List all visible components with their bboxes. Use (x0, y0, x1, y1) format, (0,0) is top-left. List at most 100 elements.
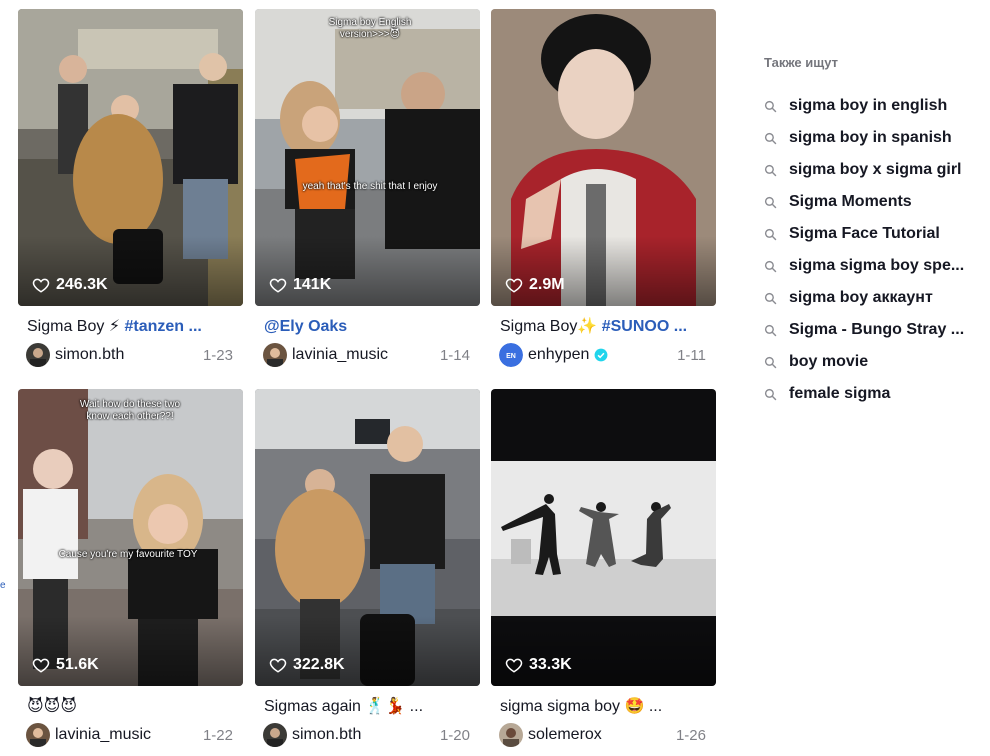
related-search-item[interactable]: sigma boy in english (764, 90, 984, 122)
heart-icon (269, 658, 287, 673)
desc-text: Sigma Boy✨ (500, 318, 602, 335)
post-date: 1-22 (202, 726, 233, 744)
like-count: 246.3K (32, 276, 108, 294)
thumbnail-gradient (18, 616, 243, 686)
like-count-value: 246.3K (56, 276, 108, 293)
desc-text: Sigma Boy ⚡ (27, 318, 125, 335)
username[interactable]: simon.bth (55, 346, 124, 364)
search-icon (764, 196, 777, 208)
post-date: 1-11 (677, 346, 706, 364)
video-card[interactable]: 2.9M Sigma Boy✨ #SUNOO ... EN enhypen 1-… (491, 9, 716, 367)
verified-badge-icon (594, 348, 608, 362)
related-search-label: Sigma - Bungo Stray ... (789, 321, 965, 338)
post-date: 1-23 (202, 346, 233, 364)
like-count-value: 51.6K (56, 656, 99, 673)
avatar[interactable]: EN (499, 343, 523, 367)
like-count: 141K (269, 276, 331, 294)
related-search-item[interactable]: Sigma Face Tutorial (764, 218, 984, 250)
mention-link[interactable]: @Ely Oaks (264, 318, 347, 335)
heart-icon (32, 658, 50, 673)
search-icon (764, 356, 777, 368)
like-count-value: 2.9M (529, 276, 565, 293)
heart-icon (269, 278, 287, 293)
edge-fragment: e (0, 580, 6, 591)
related-search-label: sigma boy аккаунт (789, 289, 933, 306)
search-icon (764, 164, 777, 176)
video-thumbnail[interactable]: 2.9M (491, 9, 716, 306)
like-count-value: 33.3K (529, 656, 572, 673)
related-search-item[interactable]: female sigma (764, 378, 984, 410)
related-searches-list: sigma boy in english sigma boy in spanis… (764, 90, 984, 410)
like-count: 51.6K (32, 656, 99, 674)
related-search-item[interactable]: boy movie (764, 346, 984, 378)
video-card[interactable]: Wait how do these two know each other??!… (18, 389, 243, 747)
desc-text: sigma sigma boy 🤩 ... (500, 698, 663, 715)
video-card[interactable]: 33.3K sigma sigma boy 🤩 ... solemerox 1-… (491, 389, 716, 747)
hashtag-link[interactable]: #tanzen ... (125, 318, 202, 335)
video-grid: 246.3K Sigma Boy ⚡ #tanzen ... simon.bth… (18, 9, 718, 756)
like-count-value: 322.8K (293, 656, 345, 673)
video-card[interactable]: 246.3K Sigma Boy ⚡ #tanzen ... simon.bth… (18, 9, 243, 367)
related-search-item[interactable]: Sigma Moments (764, 186, 984, 218)
username[interactable]: simon.bth (292, 726, 361, 744)
video-meta: lavinia_music 1-22 (18, 723, 243, 747)
video-thumbnail[interactable]: 246.3K (18, 9, 243, 306)
video-thumbnail[interactable]: 33.3K (491, 389, 716, 686)
related-search-item[interactable]: sigma sigma boy spe... (764, 250, 984, 282)
username[interactable]: lavinia_music (55, 726, 151, 744)
post-date: 1-14 (439, 346, 470, 364)
avatar[interactable] (263, 723, 287, 747)
thumbnail-gradient (255, 236, 480, 306)
video-description[interactable]: @Ely Oaks (255, 316, 480, 338)
related-search-label: Sigma Face Tutorial (789, 225, 940, 242)
related-search-item[interactable]: sigma boy in spanish (764, 122, 984, 154)
svg-text:EN: EN (506, 353, 516, 360)
post-date: 1-20 (439, 726, 470, 744)
overlay-caption: Cause you're my favourite TOY (58, 549, 198, 560)
related-search-label: female sigma (789, 385, 891, 402)
related-search-label: boy movie (789, 353, 869, 370)
related-search-label: sigma boy x sigma girl (789, 161, 962, 178)
video-thumbnail[interactable]: Wait how do these two know each other??!… (18, 389, 243, 686)
heart-icon (32, 278, 50, 293)
video-thumbnail[interactable]: 322.8K (255, 389, 480, 686)
related-search-label: sigma boy in english (789, 97, 948, 114)
heart-icon (505, 658, 523, 673)
video-thumbnail[interactable]: Sigma boy English version>>>😈 yeah that'… (255, 9, 480, 306)
search-icon (764, 324, 777, 336)
related-search-label: Sigma Moments (789, 193, 912, 210)
username[interactable]: solemerox (528, 726, 602, 744)
video-meta: simon.bth 1-23 (18, 343, 243, 367)
username[interactable]: lavinia_music (292, 346, 388, 364)
video-card[interactable]: 322.8K Sigmas again 🕺💃 ... simon.bth 1-2… (255, 389, 480, 747)
desc-text: Sigmas again 🕺💃 ... (264, 698, 424, 715)
heart-icon (505, 278, 523, 293)
related-search-item[interactable]: sigma boy аккаунт (764, 282, 984, 314)
related-search-item[interactable]: sigma boy x sigma girl (764, 154, 984, 186)
post-date: 1-26 (675, 726, 706, 744)
like-count: 2.9M (505, 276, 565, 294)
video-description[interactable]: sigma sigma boy 🤩 ... (491, 696, 716, 718)
video-description[interactable]: Sigma Boy ⚡ #tanzen ... (18, 316, 243, 338)
video-meta: solemerox 1-26 (491, 723, 716, 747)
avatar[interactable] (26, 723, 50, 747)
avatar[interactable] (26, 343, 50, 367)
video-description[interactable]: Sigmas again 🕺💃 ... (255, 696, 480, 718)
thumbnail-gradient (18, 236, 243, 306)
related-searches-title: Также ищут (764, 55, 838, 70)
overlay-caption: Sigma boy English version>>>😈 (328, 17, 412, 40)
hashtag-link[interactable]: #SUNOO ... (602, 318, 687, 335)
related-search-label: sigma boy in spanish (789, 129, 952, 146)
like-count: 33.3K (505, 656, 572, 674)
search-icon (764, 132, 777, 144)
video-description[interactable]: 😈😈😈 (18, 696, 243, 718)
video-card[interactable]: Sigma boy English version>>>😈 yeah that'… (255, 9, 480, 367)
video-description[interactable]: Sigma Boy✨ #SUNOO ... (491, 316, 716, 338)
desc-text: 😈😈😈 (27, 698, 78, 715)
avatar[interactable] (499, 723, 523, 747)
search-icon (764, 100, 777, 112)
search-icon (764, 228, 777, 240)
username[interactable]: enhypen (528, 346, 589, 364)
avatar[interactable] (263, 343, 287, 367)
related-search-item[interactable]: Sigma - Bungo Stray ... (764, 314, 984, 346)
